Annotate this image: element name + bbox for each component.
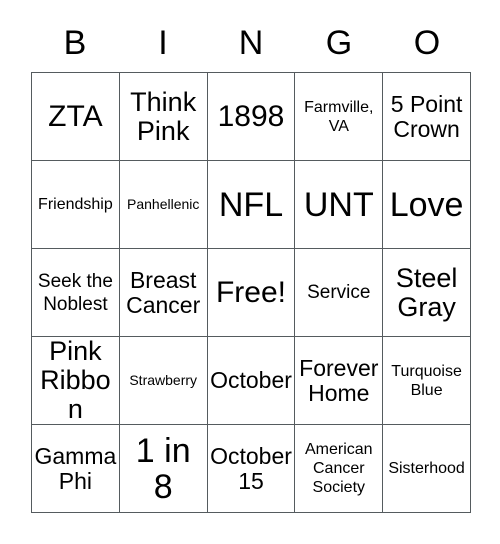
bingo-row: Friendship Panhellenic NFL UNT Love xyxy=(32,161,471,249)
bingo-header-letter-g: G xyxy=(325,24,353,62)
bingo-cell-label: 1898 xyxy=(217,99,285,133)
bingo-header-letter-n: N xyxy=(238,24,264,62)
bingo-row: Gamma Phi 1 in 8 October 15 American Can… xyxy=(32,425,471,513)
bingo-cell[interactable]: Service xyxy=(295,249,384,337)
bingo-cell[interactable]: Love xyxy=(383,161,471,249)
bingo-cell[interactable]: Strawberry xyxy=(119,337,208,425)
bingo-cell-label: American Cancer Society xyxy=(305,441,373,496)
bingo-cell[interactable]: 5 Point Crown xyxy=(383,73,471,161)
bingo-header-letter-b: B xyxy=(63,24,87,62)
bingo-cell-free-space[interactable]: Free! xyxy=(207,249,296,337)
bingo-cell[interactable]: October xyxy=(207,337,296,425)
bingo-cell-label: Forever Home xyxy=(299,354,379,406)
bingo-cell[interactable]: Pink Ribbon xyxy=(32,337,120,425)
bingo-cell[interactable]: Breast Cancer xyxy=(119,249,208,337)
bingo-cell[interactable]: Farmville, VA xyxy=(295,73,384,161)
bingo-cell-label: October 15 xyxy=(210,442,292,494)
bingo-cell-label: Service xyxy=(307,282,371,303)
bingo-card: B I N G O ZTA Think Pink 1898 Farmville,… xyxy=(31,14,471,514)
bingo-cell[interactable]: Forever Home xyxy=(295,337,384,425)
bingo-cell[interactable]: 1 in 8 xyxy=(119,425,208,513)
bingo-cell-label: 5 Point Crown xyxy=(390,90,463,142)
bingo-cell[interactable]: 1898 xyxy=(207,73,296,161)
bingo-cell-label: 1 in 8 xyxy=(135,431,191,506)
bingo-cell-label: Farmville, VA xyxy=(304,98,374,135)
bingo-cell-label: Sisterhood xyxy=(388,460,465,477)
bingo-cell-label: Think Pink xyxy=(130,86,197,146)
bingo-cell[interactable]: Steel Gray xyxy=(383,249,471,337)
bingo-header-letter-o: O xyxy=(413,24,441,62)
bingo-cell-label: Seek the Noblest xyxy=(37,270,113,315)
bingo-cell-label: October xyxy=(210,367,292,393)
bingo-cell-label: Breast Cancer xyxy=(126,266,201,318)
bingo-cell-label: Friendship xyxy=(38,196,113,213)
bingo-cell[interactable]: Panhellenic xyxy=(119,161,208,249)
bingo-cell[interactable]: American Cancer Society xyxy=(295,425,384,513)
bingo-row: Pink Ribbon Strawberry October Forever H… xyxy=(32,337,471,425)
bingo-cell[interactable]: NFL xyxy=(207,161,296,249)
bingo-row: ZTA Think Pink 1898 Farmville, VA 5 Poin… xyxy=(32,73,471,161)
bingo-cell[interactable]: Seek the Noblest xyxy=(32,249,120,337)
bingo-cell[interactable]: Sisterhood xyxy=(383,425,471,513)
bingo-cell[interactable]: Think Pink xyxy=(119,73,208,161)
bingo-cell[interactable]: Gamma Phi xyxy=(32,425,120,513)
bingo-row: Seek the Noblest Breast Cancer Free! Ser… xyxy=(32,249,471,337)
bingo-cell-label: Pink Ribbon xyxy=(40,337,111,424)
bingo-cell-label: UNT xyxy=(303,185,374,224)
bingo-cell-label: Strawberry xyxy=(129,372,198,388)
bingo-cell[interactable]: October 15 xyxy=(207,425,296,513)
bingo-header-letter-i: I xyxy=(158,24,168,62)
bingo-cell-label: NFL xyxy=(218,185,284,224)
bingo-header: B I N G O xyxy=(31,14,471,72)
bingo-cell-label: Free! xyxy=(215,275,286,309)
bingo-cell-label: Love xyxy=(389,185,464,224)
bingo-cell[interactable]: Turquoise Blue xyxy=(383,337,471,425)
bingo-cell-label: Steel Gray xyxy=(395,262,458,322)
bingo-cell-label: Panhellenic xyxy=(127,196,200,212)
bingo-cell-label: Turquoise Blue xyxy=(391,362,462,399)
bingo-cell[interactable]: ZTA xyxy=(32,73,120,161)
bingo-grid: ZTA Think Pink 1898 Farmville, VA 5 Poin… xyxy=(31,72,471,513)
bingo-cell[interactable]: Friendship xyxy=(32,161,120,249)
bingo-cell-label: Gamma Phi xyxy=(34,442,117,494)
bingo-cell-label: ZTA xyxy=(48,99,103,133)
bingo-cell[interactable]: UNT xyxy=(295,161,384,249)
